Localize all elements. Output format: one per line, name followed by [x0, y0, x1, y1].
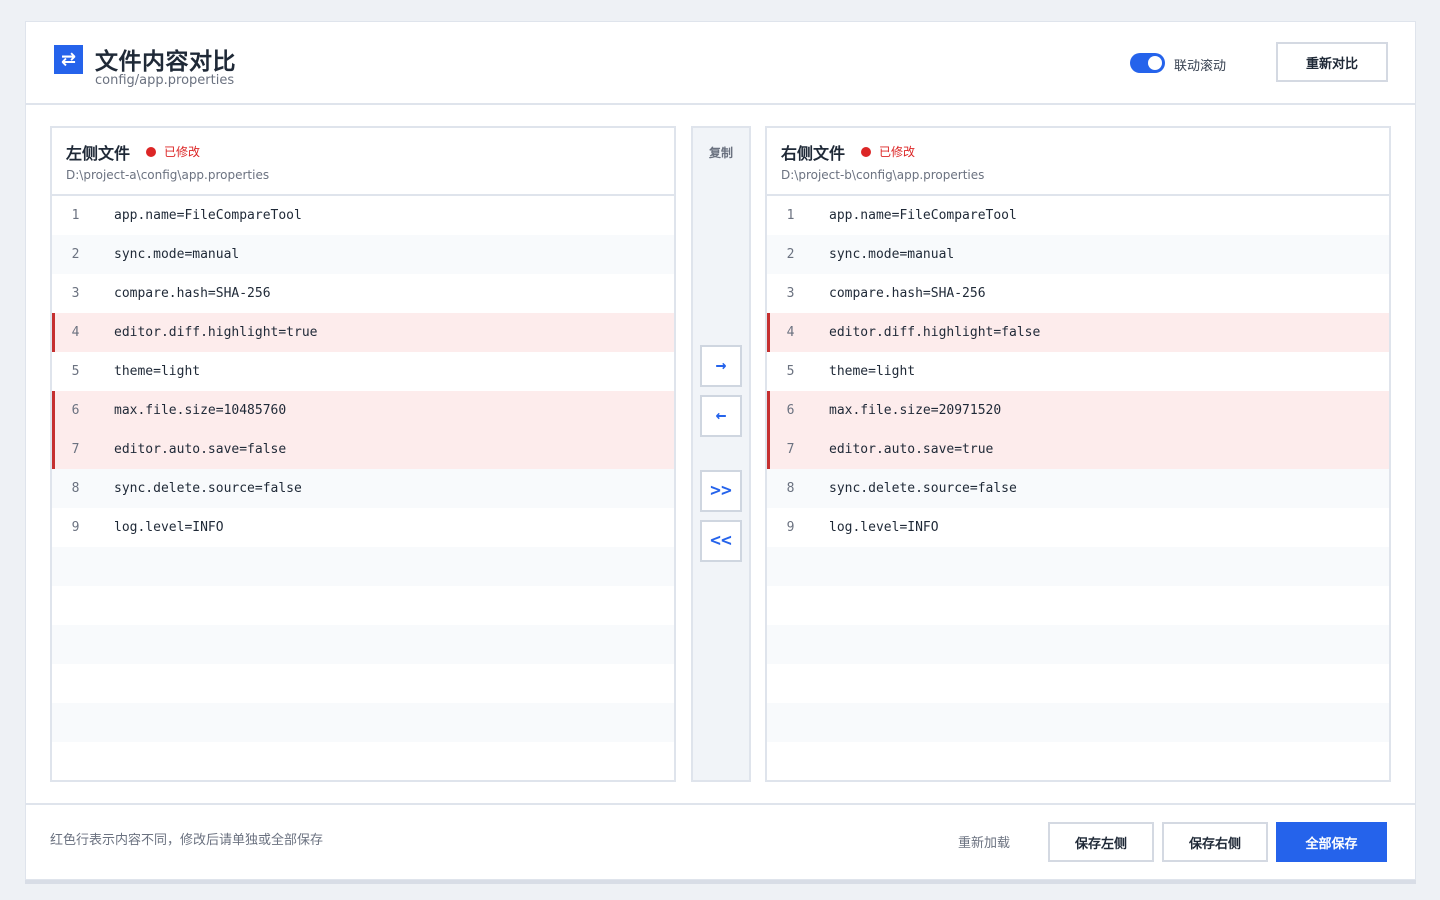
- line-text[interactable]: max.file.size=10485760: [99, 403, 286, 418]
- line-text[interactable]: editor.auto.save=true: [814, 442, 993, 457]
- right-code-view[interactable]: 1 app.name=FileCompareTool 2 sync.mode=manu…: [767, 196, 1389, 742]
- line-number: 3: [786, 286, 795, 301]
- diff-code-line[interactable]: 7 editor.auto.save=true: [767, 430, 1389, 469]
- empty-code-line[interactable]: [767, 664, 1389, 703]
- line-text[interactable]: log.level=INFO: [99, 520, 224, 535]
- code-line[interactable]: 5 theme=light: [52, 352, 674, 391]
- line-number: 2: [786, 247, 795, 262]
- diff-code-line[interactable]: 7 editor.auto.save=false: [52, 430, 674, 469]
- line-number: 5: [786, 364, 795, 379]
- right-pane-header: 右侧文件 已修改 D:\project-b\config\app.propert…: [767, 128, 1389, 196]
- copy-all-to-left-button[interactable]: <<: [700, 520, 742, 562]
- line-text[interactable]: sync.delete.source=false: [99, 481, 302, 496]
- code-line[interactable]: 9 log.level=INFO: [767, 508, 1389, 547]
- left-pane-title: 左侧文件: [66, 144, 131, 163]
- code-line[interactable]: 8 sync.delete.source=false: [52, 469, 674, 508]
- left-modified-status: 已修改: [164, 145, 201, 159]
- code-line[interactable]: 3 compare.hash=SHA-256: [767, 274, 1389, 313]
- modified-dot-icon: [861, 147, 871, 157]
- line-number: 7: [71, 442, 80, 457]
- line-number: 5: [71, 364, 80, 379]
- right-pane-title: 右侧文件: [781, 144, 846, 163]
- header: ⇄ 文件内容对比 config/app.properties 联动滚动 重新对比: [26, 22, 1415, 105]
- right-file-pane: 右侧文件 已修改 D:\project-b\config\app.propert…: [765, 126, 1391, 782]
- copy-controls: 复制 → ← >> <<: [691, 126, 751, 782]
- line-number: 9: [71, 520, 80, 535]
- line-number: 4: [786, 325, 795, 340]
- line-number: 7: [786, 442, 795, 457]
- line-text[interactable]: editor.diff.highlight=true: [99, 325, 318, 340]
- left-code-view[interactable]: 1 app.name=FileCompareTool 2 sync.mode=manu…: [52, 196, 674, 742]
- line-text[interactable]: editor.auto.save=false: [99, 442, 286, 457]
- empty-code-line[interactable]: [767, 586, 1389, 625]
- right-modified-status: 已修改: [879, 145, 916, 159]
- code-line[interactable]: 1 app.name=FileCompareTool: [52, 196, 674, 235]
- line-number: 9: [786, 520, 795, 535]
- copy-label: 复制: [708, 146, 733, 160]
- empty-code-line[interactable]: [52, 664, 674, 703]
- save-left-button[interactable]: 保存左侧: [1048, 822, 1154, 862]
- save-all-button[interactable]: 全部保存: [1276, 822, 1387, 862]
- reload-link[interactable]: 重新加载: [958, 832, 1010, 851]
- empty-code-line[interactable]: [52, 586, 674, 625]
- copy-all-to-right-button[interactable]: >>: [700, 470, 742, 512]
- line-text[interactable]: compare.hash=SHA-256: [99, 286, 271, 301]
- toggle-knob: [1148, 56, 1162, 70]
- compare-arrows-icon: ⇄: [54, 45, 83, 74]
- empty-code-line[interactable]: [767, 547, 1389, 586]
- line-text[interactable]: log.level=INFO: [814, 520, 939, 535]
- empty-code-line[interactable]: [767, 703, 1389, 742]
- left-file-pane: 左侧文件 已修改 D:\project-a\config\app.propert…: [50, 126, 676, 782]
- diff-code-line[interactable]: 4 editor.diff.highlight=false: [767, 313, 1389, 352]
- line-text[interactable]: sync.delete.source=false: [814, 481, 1017, 496]
- save-right-button[interactable]: 保存右侧: [1162, 822, 1268, 862]
- line-text[interactable]: app.name=FileCompareTool: [99, 208, 302, 223]
- code-line[interactable]: 5 theme=light: [767, 352, 1389, 391]
- empty-code-line[interactable]: [767, 625, 1389, 664]
- page-title: 文件内容对比: [95, 49, 236, 75]
- empty-code-line[interactable]: [52, 703, 674, 742]
- line-number: 8: [786, 481, 795, 496]
- left-pane-header: 左侧文件 已修改 D:\project-a\config\app.propert…: [52, 128, 674, 196]
- diff-legend-note: 红色行表示内容不同，修改后请单独或全部保存: [50, 833, 324, 848]
- line-number: 6: [71, 403, 80, 418]
- copy-to-left-button[interactable]: ←: [700, 395, 742, 437]
- code-line[interactable]: 8 sync.delete.source=false: [767, 469, 1389, 508]
- line-number: 2: [71, 247, 80, 262]
- compare-window: ⇄ 文件内容对比 config/app.properties 联动滚动 重新对比…: [25, 21, 1416, 880]
- code-line[interactable]: 3 compare.hash=SHA-256: [52, 274, 674, 313]
- line-number: 3: [71, 286, 80, 301]
- line-number: 4: [71, 325, 80, 340]
- code-line[interactable]: 9 log.level=INFO: [52, 508, 674, 547]
- sync-scroll-label: 联动滚动: [1174, 59, 1227, 74]
- code-line[interactable]: 2 sync.mode=manual: [767, 235, 1389, 274]
- code-line[interactable]: 1 app.name=FileCompareTool: [767, 196, 1389, 235]
- line-text[interactable]: editor.diff.highlight=false: [814, 325, 1040, 340]
- line-text[interactable]: max.file.size=20971520: [814, 403, 1001, 418]
- empty-code-line[interactable]: [52, 547, 674, 586]
- line-number: 1: [71, 208, 80, 223]
- empty-code-line[interactable]: [52, 625, 674, 664]
- right-file-path: D:\project-b\config\app.properties: [781, 168, 985, 182]
- diff-code-line[interactable]: 6 max.file.size=10485760: [52, 391, 674, 430]
- diff-code-line[interactable]: 4 editor.diff.highlight=true: [52, 313, 674, 352]
- line-text[interactable]: sync.mode=manual: [99, 247, 239, 262]
- line-text[interactable]: theme=light: [99, 364, 200, 379]
- line-text[interactable]: sync.mode=manual: [814, 247, 954, 262]
- line-number: 1: [786, 208, 795, 223]
- copy-to-right-button[interactable]: →: [700, 345, 742, 387]
- code-line[interactable]: 2 sync.mode=manual: [52, 235, 674, 274]
- modified-dot-icon: [146, 147, 156, 157]
- footer: 红色行表示内容不同，修改后请单独或全部保存 重新加载 保存左侧 保存右侧 全部保…: [26, 803, 1415, 881]
- diff-code-line[interactable]: 6 max.file.size=20971520: [767, 391, 1389, 430]
- recompare-button[interactable]: 重新对比: [1276, 42, 1388, 82]
- left-file-path: D:\project-a\config\app.properties: [66, 168, 270, 182]
- line-text[interactable]: theme=light: [814, 364, 915, 379]
- line-number: 6: [786, 403, 795, 418]
- page-subtitle: config/app.properties: [95, 73, 235, 88]
- line-text[interactable]: compare.hash=SHA-256: [814, 286, 986, 301]
- line-number: 8: [71, 481, 80, 496]
- line-text[interactable]: app.name=FileCompareTool: [814, 208, 1017, 223]
- sync-scroll-toggle[interactable]: [1130, 53, 1165, 73]
